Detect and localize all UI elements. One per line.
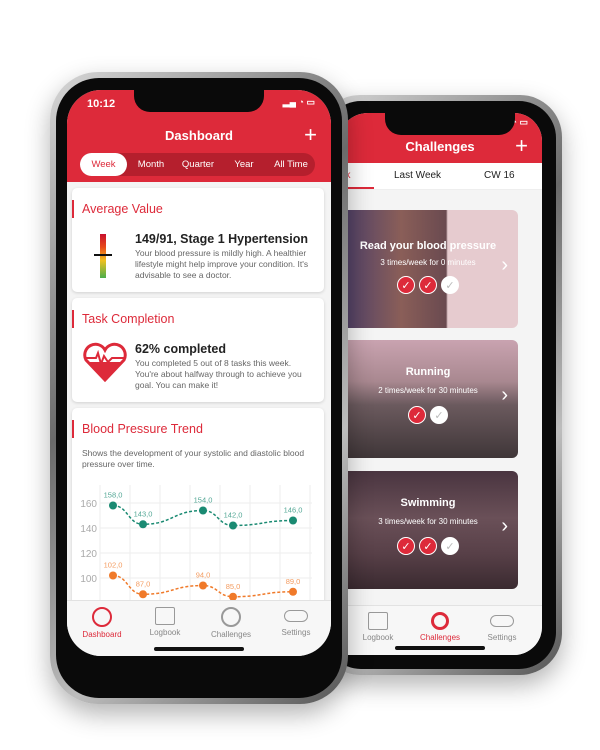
data-point <box>199 581 207 590</box>
data-label: 154,0 <box>194 496 213 505</box>
check-icon: ✓ <box>441 276 459 294</box>
data-label: 94,0 <box>196 571 211 580</box>
challenge-subtitle: 3 times/week for 30 minutes <box>378 517 478 526</box>
y-tick-label: 160 <box>80 499 97 510</box>
y-tick-label: 100 <box>80 574 97 585</box>
toggle-icon <box>490 615 514 627</box>
book-icon <box>155 607 175 625</box>
tab-logbook[interactable]: Logbook <box>135 607 195 637</box>
tab-challenges[interactable]: Challenges <box>410 612 470 642</box>
tab-cw16[interactable]: CW 16 <box>484 170 515 181</box>
data-point <box>109 501 117 510</box>
data-label: 143,0 <box>134 509 153 518</box>
challenges-screen: ▂▄ ◔ ▭ Challenges + ek Last Week CW 16 R… <box>338 113 542 655</box>
chevron-right-icon: › <box>501 254 508 276</box>
challenge-card[interactable]: Running 2 times/week for 30 minutes ✓ ✓ › <box>338 340 518 458</box>
tab-label: Logbook <box>149 628 181 637</box>
y-tick-label: 120 <box>80 549 97 560</box>
chevron-right-icon: › <box>501 515 508 537</box>
data-point <box>289 587 297 596</box>
dashboard-screen: 10:12 ▂▄ ◔ ▭ Dashboard + Week Month Quar… <box>67 90 331 656</box>
data-label: 89,0 <box>286 577 301 586</box>
data-label: 142,0 <box>224 511 243 520</box>
tab-bar: Dashboard Logbook Challenges Settings <box>67 600 331 656</box>
check-row: ✓ ✓ <box>338 406 518 424</box>
y-tick-label: 140 <box>80 524 97 535</box>
front-phone: 10:12 ▂▄ ◔ ▭ Dashboard + Week Month Quar… <box>50 72 348 704</box>
check-icon: ✓ <box>419 537 437 555</box>
chevron-right-icon: › <box>501 384 508 406</box>
check-row: ✓ ✓ ✓ <box>338 537 518 555</box>
tab-bar: Logbook Challenges Settings <box>338 605 542 655</box>
data-label: 146,0 <box>284 506 303 515</box>
challenge-subtitle: 3 times/week for 0 minutes <box>380 258 476 267</box>
check-icon: ✓ <box>408 406 426 424</box>
bp-trend-chart: 160 140 120 100 158,0 143,0 154,0 142,0 146,0 102… <box>80 485 312 601</box>
data-point <box>139 520 147 529</box>
tab-label: Dashboard <box>82 630 122 639</box>
tab-label: Logbook <box>362 633 394 642</box>
data-point <box>139 590 147 599</box>
challenge-card[interactable]: Read your blood pressure 3 times/week fo… <box>338 210 518 328</box>
check-icon: ✓ <box>441 537 459 555</box>
data-point <box>199 506 207 515</box>
tab-dashboard[interactable]: Dashboard <box>72 607 132 639</box>
check-row: ✓ ✓ ✓ <box>338 276 518 294</box>
tab-settings[interactable]: Settings <box>472 612 532 642</box>
tab-logbook[interactable]: Logbook <box>348 612 408 642</box>
tab-settings[interactable]: Settings <box>266 607 326 637</box>
tab-label: Settings <box>487 633 517 642</box>
target-icon <box>431 612 449 630</box>
tab-label: Settings <box>281 628 311 637</box>
tab-label: Challenges <box>210 630 252 639</box>
tab-last-week[interactable]: Last Week <box>394 170 441 181</box>
challenge-title: Running <box>405 366 451 378</box>
data-point <box>109 571 117 580</box>
dashboard-icon <box>92 607 112 627</box>
tab-label: Challenges <box>419 633 461 642</box>
target-icon <box>221 607 241 627</box>
data-point <box>229 521 237 530</box>
book-icon <box>368 612 388 630</box>
challenge-subtitle: 2 times/week for 30 minutes <box>378 386 478 395</box>
week-tabs: ek Last Week CW 16 <box>338 163 542 190</box>
data-label: 158,0 <box>104 491 123 500</box>
page-title: Challenges <box>405 139 475 154</box>
challenge-card[interactable]: Swimming 3 times/week for 30 minutes ✓ ✓ ✓… <box>338 471 518 589</box>
data-label: 87,0 <box>136 579 151 588</box>
challenge-title: Swimming <box>400 497 456 509</box>
data-label: 85,0 <box>226 582 241 591</box>
challenge-title: Read your blood pressure <box>359 240 497 252</box>
check-icon: ✓ <box>397 537 415 555</box>
toggle-icon <box>284 610 308 622</box>
check-icon: ✓ <box>419 276 437 294</box>
data-label: 102,0 <box>104 561 123 570</box>
back-phone: ▂▄ ◔ ▭ Challenges + ek Last Week CW 16 R… <box>318 95 562 675</box>
tab-challenges[interactable]: Challenges <box>201 607 261 639</box>
data-point <box>289 516 297 525</box>
check-icon: ✓ <box>430 406 448 424</box>
check-icon: ✓ <box>397 276 415 294</box>
plus-icon[interactable]: + <box>515 135 528 157</box>
